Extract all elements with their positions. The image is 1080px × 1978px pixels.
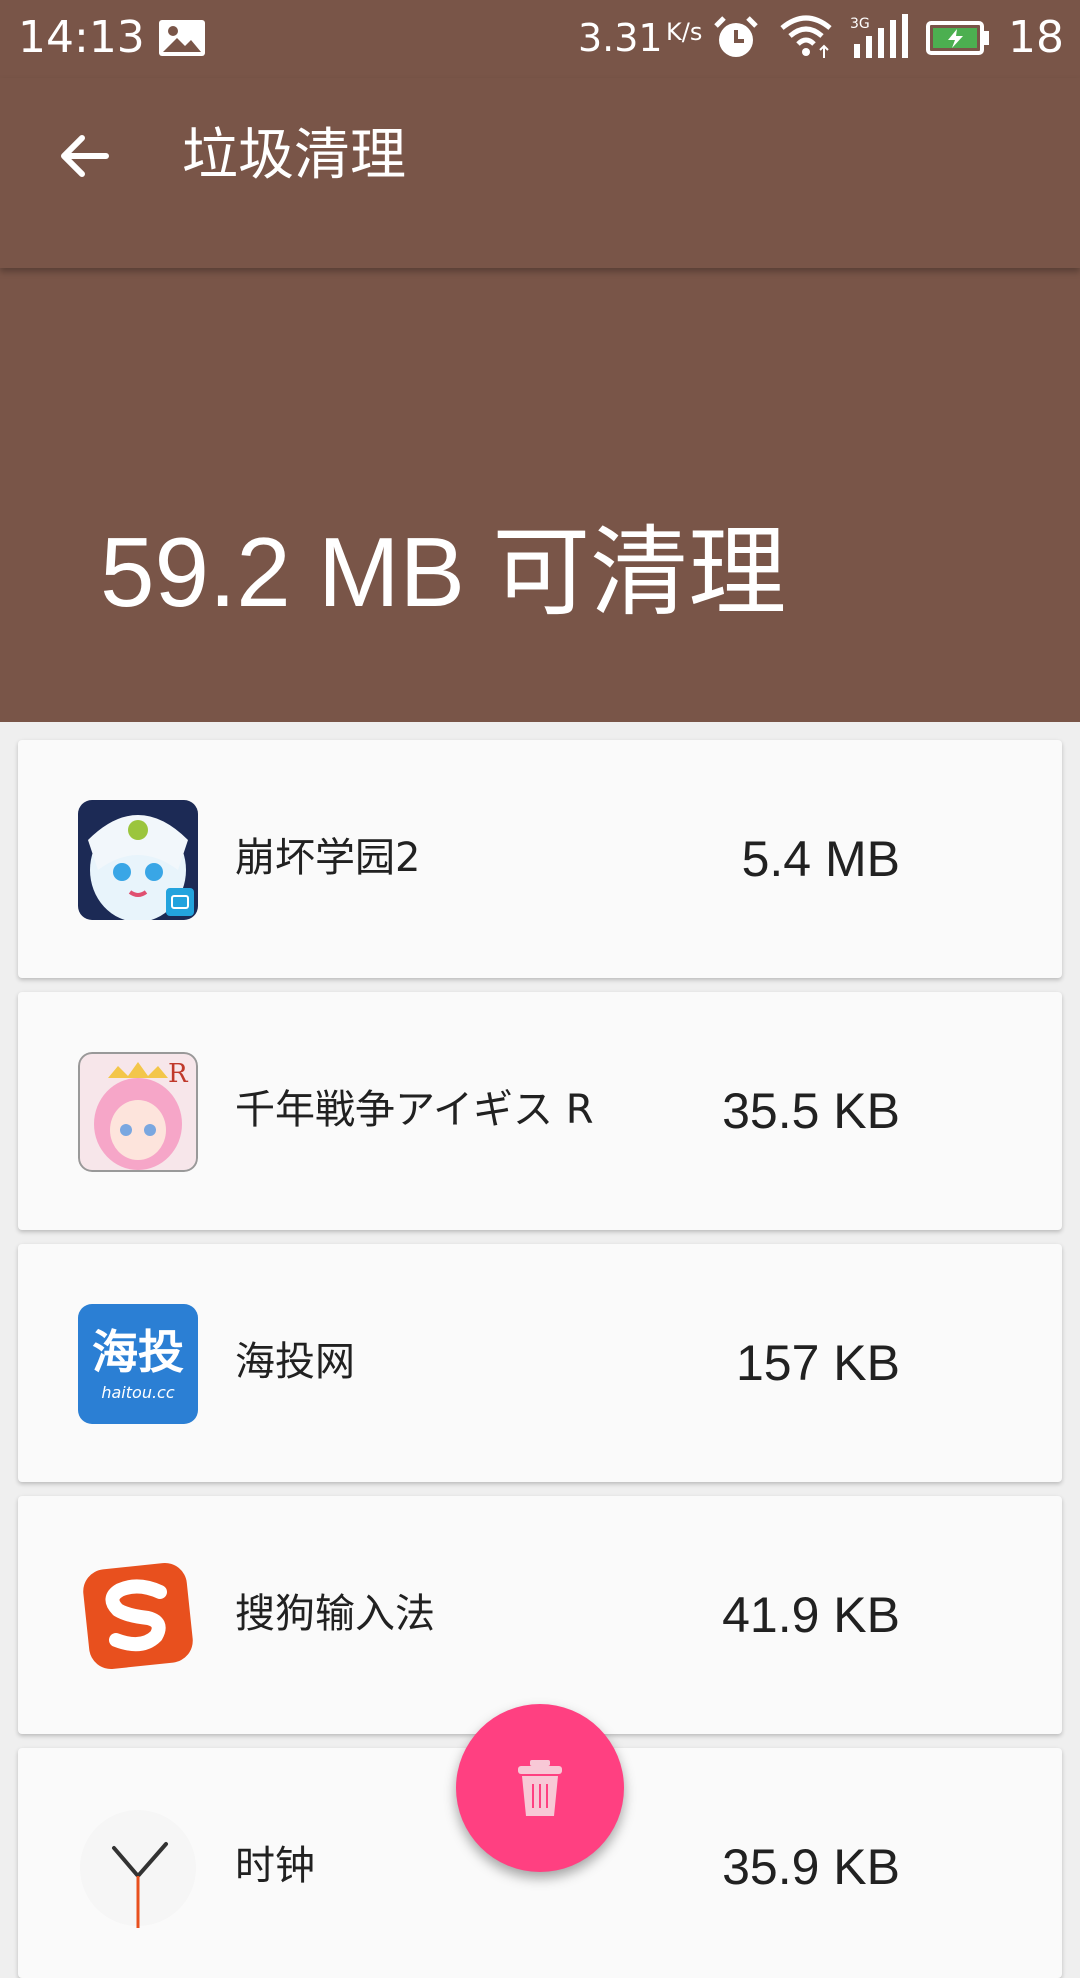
page-title: 垃圾清理 [182,123,406,188]
app-name: 时钟 [235,1843,315,1889]
battery-charging-icon [926,21,989,55]
app-cache-size: 5.4 MB [741,831,900,887]
app-name: 崩坏学园2 [235,835,421,881]
app-name: 海投网 [235,1339,355,1385]
arrow-back-icon[interactable] [54,126,114,186]
net-speed: 3.31 [578,16,663,60]
svg-text:3G: 3G [850,16,870,32]
haitou-app-icon: 海投 haitou.cc [78,1304,198,1424]
status-time: 14:13 [18,12,145,63]
app-name: 搜狗输入法 [235,1591,435,1637]
cleanable-size-text: 59.2 MB 可清理 [100,517,787,627]
svg-text:海投: 海投 [92,1325,184,1379]
clean-fab-button[interactable] [456,1704,624,1872]
honkai-gakuen-app-icon [78,800,198,920]
trash-icon [518,1760,562,1816]
app-cache-size: 35.5 KB [722,1083,900,1139]
clock-app-icon [80,1810,196,1928]
app-card[interactable]: 搜狗输入法 41.9 KB [18,1496,1062,1734]
app-card[interactable]: 海投 haitou.cc 海投网 157 KB [18,1244,1062,1482]
summary-header: 59.2 MB 可清理 [0,268,1080,722]
app-card[interactable]: R 千年戦争アイギス R 35.5 KB [18,992,1062,1230]
svg-text:R: R [168,1059,189,1089]
aigis-app-icon: R [78,1052,198,1172]
app-cache-size: 157 KB [735,1335,900,1391]
alarm-icon [714,16,758,57]
signal-3g-icon: 3G [850,14,908,58]
svg-text:haitou.cc: haitou.cc [101,1383,174,1402]
battery-level: 18 [1008,12,1064,63]
wifi-icon [780,15,832,58]
gallery-icon [159,20,205,56]
app-cache-size: 35.9 KB [722,1839,900,1895]
status-bar: 14:13 3.31 K/s 3G 18 [0,0,1080,78]
net-speed-unit: K/s [666,18,703,46]
app-cache-size: 41.9 KB [722,1587,900,1643]
app-card[interactable]: 崩坏学园2 5.4 MB [18,740,1062,978]
sogou-app-icon [78,1556,198,1676]
app-name: 千年戦争アイギス R [235,1087,594,1133]
toolbar: 垃圾清理 [0,78,1080,268]
